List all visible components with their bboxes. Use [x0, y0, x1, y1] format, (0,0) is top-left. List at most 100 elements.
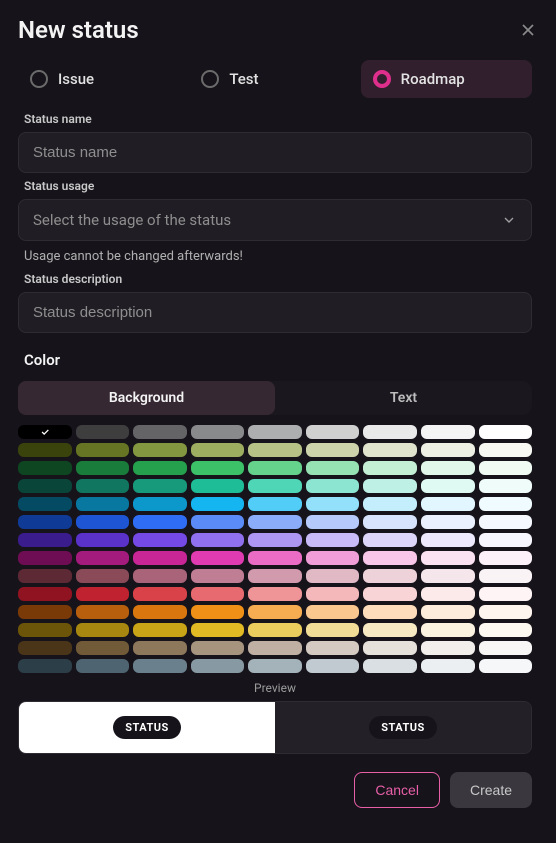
- color-swatch[interactable]: [479, 533, 533, 547]
- color-swatch[interactable]: [421, 623, 475, 637]
- color-swatch[interactable]: [76, 659, 130, 673]
- color-swatch[interactable]: [76, 425, 130, 439]
- color-swatch[interactable]: [133, 461, 187, 475]
- color-swatch[interactable]: [76, 605, 130, 619]
- color-swatch[interactable]: [191, 587, 245, 601]
- color-swatch[interactable]: [191, 569, 245, 583]
- color-swatch[interactable]: [133, 515, 187, 529]
- color-swatch[interactable]: [248, 605, 302, 619]
- color-swatch[interactable]: [248, 479, 302, 493]
- color-swatch[interactable]: [479, 551, 533, 565]
- color-swatch[interactable]: [363, 479, 417, 493]
- color-swatch[interactable]: [479, 641, 533, 655]
- color-swatch[interactable]: [363, 443, 417, 457]
- color-swatch[interactable]: [306, 425, 360, 439]
- color-swatch[interactable]: [421, 659, 475, 673]
- color-swatch[interactable]: [18, 443, 72, 457]
- color-swatch[interactable]: [191, 605, 245, 619]
- toggle-background[interactable]: Background: [18, 381, 275, 415]
- color-swatch[interactable]: [191, 641, 245, 655]
- color-swatch[interactable]: [306, 551, 360, 565]
- color-swatch[interactable]: [191, 533, 245, 547]
- color-swatch[interactable]: [76, 569, 130, 583]
- color-swatch[interactable]: [18, 425, 72, 439]
- color-swatch[interactable]: [18, 587, 72, 601]
- color-swatch[interactable]: [191, 623, 245, 637]
- color-swatch[interactable]: [421, 569, 475, 583]
- color-swatch[interactable]: [363, 533, 417, 547]
- color-swatch[interactable]: [248, 569, 302, 583]
- color-swatch[interactable]: [133, 641, 187, 655]
- color-swatch[interactable]: [191, 515, 245, 529]
- color-swatch[interactable]: [248, 587, 302, 601]
- color-swatch[interactable]: [421, 497, 475, 511]
- color-swatch[interactable]: [191, 497, 245, 511]
- color-swatch[interactable]: [248, 533, 302, 547]
- color-swatch[interactable]: [133, 443, 187, 457]
- color-swatch[interactable]: [248, 641, 302, 655]
- color-swatch[interactable]: [133, 659, 187, 673]
- color-swatch[interactable]: [363, 497, 417, 511]
- radio-test[interactable]: Test: [189, 60, 360, 98]
- color-swatch[interactable]: [479, 569, 533, 583]
- color-swatch[interactable]: [191, 425, 245, 439]
- color-swatch[interactable]: [18, 641, 72, 655]
- color-swatch[interactable]: [248, 461, 302, 475]
- color-swatch[interactable]: [133, 425, 187, 439]
- color-swatch[interactable]: [18, 605, 72, 619]
- color-swatch[interactable]: [306, 623, 360, 637]
- color-swatch[interactable]: [421, 551, 475, 565]
- color-swatch[interactable]: [18, 515, 72, 529]
- close-icon[interactable]: [518, 20, 538, 40]
- color-swatch[interactable]: [479, 425, 533, 439]
- color-swatch[interactable]: [421, 533, 475, 547]
- color-swatch[interactable]: [133, 479, 187, 493]
- color-swatch[interactable]: [306, 587, 360, 601]
- color-swatch[interactable]: [76, 515, 130, 529]
- color-swatch[interactable]: [363, 551, 417, 565]
- cancel-button[interactable]: Cancel: [354, 772, 440, 808]
- color-swatch[interactable]: [133, 497, 187, 511]
- color-swatch[interactable]: [479, 515, 533, 529]
- color-swatch[interactable]: [421, 479, 475, 493]
- color-swatch[interactable]: [76, 479, 130, 493]
- color-swatch[interactable]: [363, 587, 417, 601]
- color-swatch[interactable]: [76, 551, 130, 565]
- color-swatch[interactable]: [306, 569, 360, 583]
- color-swatch[interactable]: [248, 515, 302, 529]
- color-swatch[interactable]: [18, 551, 72, 565]
- color-swatch[interactable]: [479, 443, 533, 457]
- color-swatch[interactable]: [18, 479, 72, 493]
- color-swatch[interactable]: [479, 623, 533, 637]
- color-swatch[interactable]: [18, 623, 72, 637]
- color-swatch[interactable]: [421, 641, 475, 655]
- color-swatch[interactable]: [248, 497, 302, 511]
- color-swatch[interactable]: [421, 605, 475, 619]
- status-name-input[interactable]: [18, 132, 532, 173]
- color-swatch[interactable]: [306, 461, 360, 475]
- color-swatch[interactable]: [133, 569, 187, 583]
- color-swatch[interactable]: [421, 461, 475, 475]
- status-usage-select[interactable]: Select the usage of the status: [18, 199, 532, 241]
- radio-roadmap[interactable]: Roadmap: [361, 60, 532, 98]
- color-swatch[interactable]: [76, 497, 130, 511]
- color-swatch[interactable]: [248, 425, 302, 439]
- color-swatch[interactable]: [363, 569, 417, 583]
- color-swatch[interactable]: [191, 461, 245, 475]
- color-swatch[interactable]: [248, 659, 302, 673]
- color-swatch[interactable]: [133, 587, 187, 601]
- color-swatch[interactable]: [306, 533, 360, 547]
- color-swatch[interactable]: [479, 497, 533, 511]
- color-swatch[interactable]: [363, 605, 417, 619]
- radio-issue[interactable]: Issue: [18, 60, 189, 98]
- color-swatch[interactable]: [421, 425, 475, 439]
- color-swatch[interactable]: [76, 461, 130, 475]
- color-swatch[interactable]: [421, 443, 475, 457]
- color-swatch[interactable]: [76, 533, 130, 547]
- color-swatch[interactable]: [363, 659, 417, 673]
- color-swatch[interactable]: [248, 623, 302, 637]
- color-swatch[interactable]: [306, 443, 360, 457]
- color-swatch[interactable]: [191, 551, 245, 565]
- color-swatch[interactable]: [18, 497, 72, 511]
- color-swatch[interactable]: [133, 605, 187, 619]
